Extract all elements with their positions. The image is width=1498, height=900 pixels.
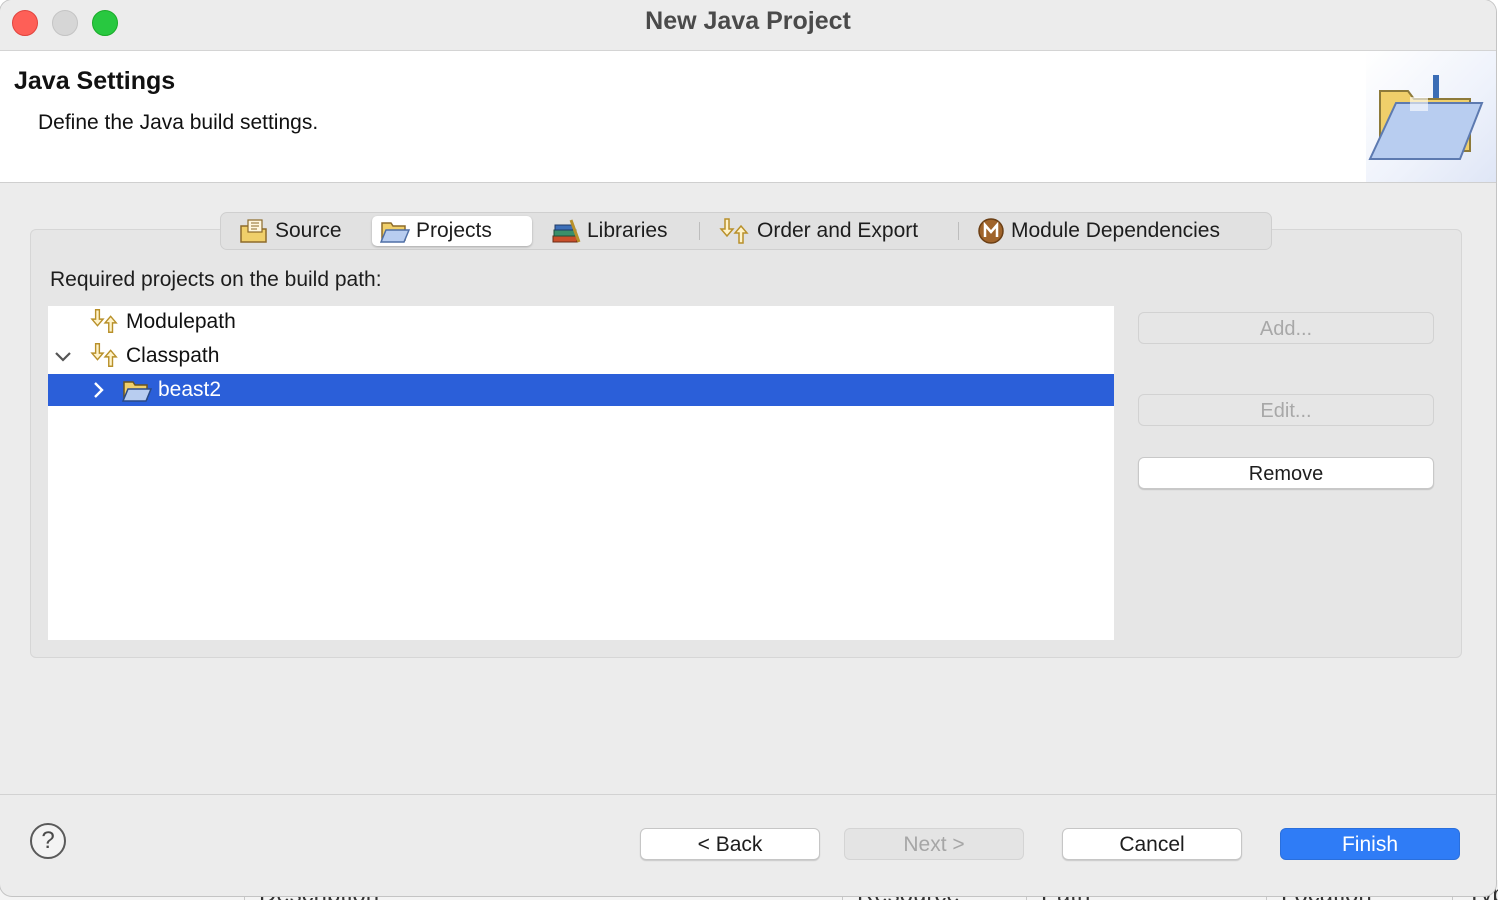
tab-libraries[interactable]: Libraries [543,216,683,246]
tab-source[interactable]: Source [231,216,371,246]
window-title: New Java Project [645,7,851,35]
libraries-icon [552,219,581,243]
chevron-right-icon[interactable] [88,380,108,400]
wizard-header: Java Settings Define the Java build sett… [0,51,1496,183]
order-arrows-icon [90,309,118,333]
tab-projects-label: Projects [416,219,492,242]
new-java-project-wizard-icon [1368,75,1484,160]
tab-source-label: Source [275,219,342,242]
tab-order-and-export[interactable]: Order and Export [711,216,941,246]
add-button[interactable]: Add... [1138,312,1434,344]
project-folder-icon [122,381,152,402]
page-title: Java Settings [14,67,176,95]
new-java-project-dialog: New Java Project Java Settings Define th… [0,0,1496,896]
title-bar: New Java Project [0,0,1496,51]
build-path-tabs: Source Projects Libraries Order and Expo… [220,212,1272,250]
projects-tree[interactable]: Modulepath Classpath beast2 [48,306,1114,640]
tree-item-classpath[interactable]: Classpath [48,340,1114,372]
tree-item-label: beast2 [158,378,222,401]
footer-divider [0,794,1496,795]
tab-module-dependencies-label: Module Dependencies [1011,219,1220,242]
open-folder-icon [380,222,410,243]
tab-projects[interactable]: Projects [372,216,532,246]
help-button[interactable]: ? [30,823,66,859]
help-icon: ? [41,827,55,854]
remove-button[interactable]: Remove [1138,457,1434,489]
edit-button[interactable]: Edit... [1138,394,1434,426]
next-button[interactable]: Next > [844,828,1024,860]
tree-item-label: Classpath [126,344,220,367]
tab-order-and-export-label: Order and Export [757,219,919,242]
tree-item-beast2[interactable]: beast2 [48,374,1114,406]
page-description: Define the Java build settings. [38,111,319,134]
tab-libraries-label: Libraries [587,219,668,242]
chevron-down-icon[interactable] [53,346,73,366]
tab-module-dependencies[interactable]: Module Dependencies [969,216,1259,246]
source-folder-icon [240,219,267,243]
tab-separator [958,222,959,240]
back-button[interactable]: < Back [640,828,820,860]
order-arrows-icon [90,343,118,367]
required-projects-label: Required projects on the build path: [50,268,382,291]
finish-button[interactable]: Finish [1280,828,1460,860]
tab-separator [699,222,700,240]
order-arrows-icon [719,218,749,244]
wizard-banner [1366,51,1496,182]
cancel-button[interactable]: Cancel [1062,828,1242,860]
tree-item-modulepath[interactable]: Modulepath [48,306,1114,338]
tree-item-label: Modulepath [126,310,236,333]
module-icon [978,218,1004,244]
